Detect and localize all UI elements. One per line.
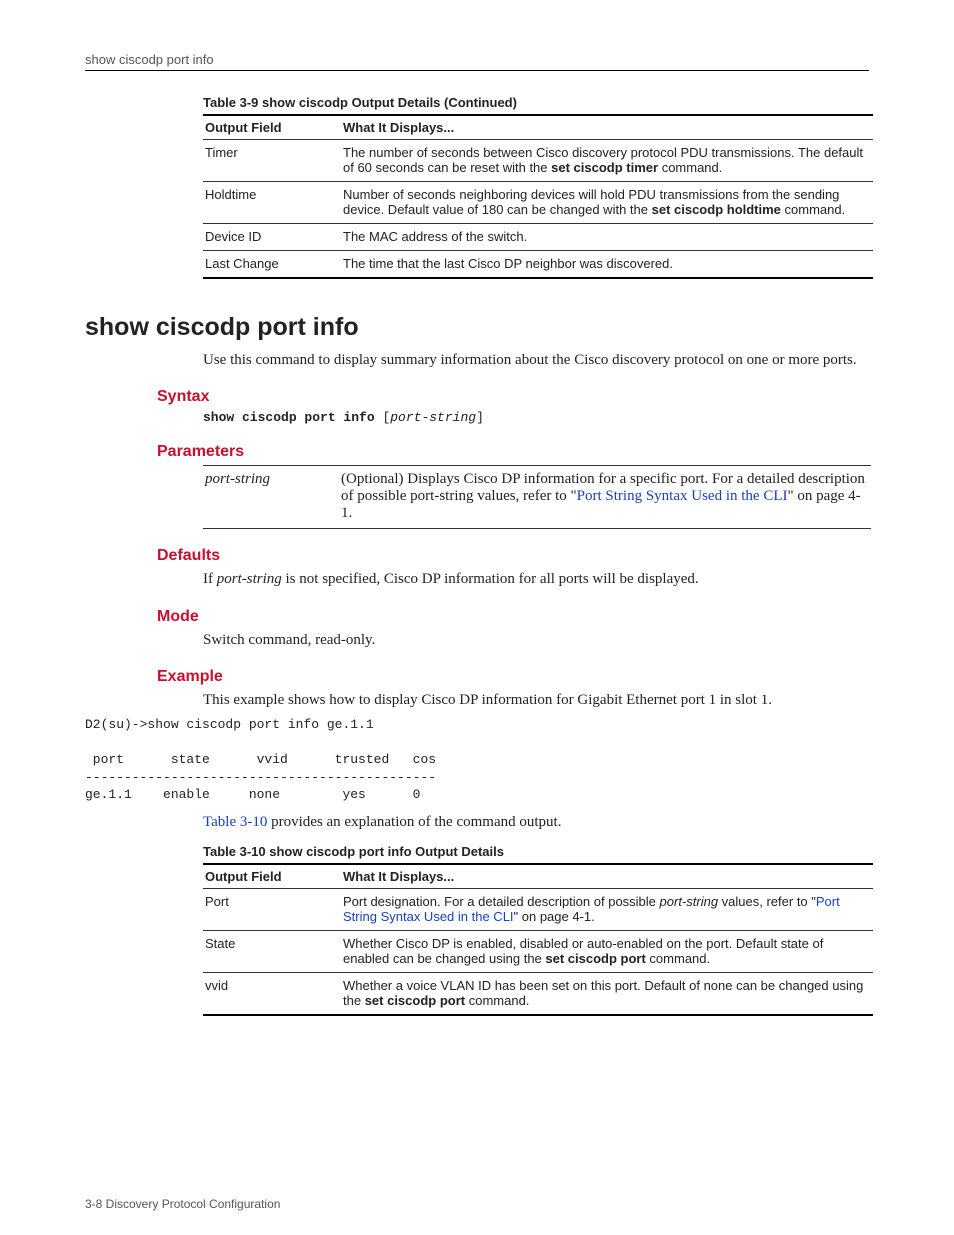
table-row: Port Port designation. For a detailed de… bbox=[203, 888, 873, 930]
running-header: show ciscodp port info bbox=[85, 52, 869, 71]
port-string-syntax-link[interactable]: Port String Syntax Used in the CLI bbox=[577, 488, 788, 504]
example-code-block: D2(su)->show ciscodp port info ge.1.1 po… bbox=[85, 716, 869, 804]
syntax-variable: port-string bbox=[390, 410, 476, 425]
command-title: show ciscodp port info bbox=[85, 313, 869, 342]
table2-head-desc: What It Displays... bbox=[341, 864, 873, 889]
table1-desc: The time that the last Cisco DP neighbor… bbox=[341, 251, 873, 279]
table-row: vvid Whether a voice VLAN ID has been se… bbox=[203, 972, 873, 1015]
table2-head-field: Output Field bbox=[203, 864, 341, 889]
section-mode: Mode bbox=[157, 608, 869, 626]
syntax-keyword: show ciscodp port info bbox=[203, 410, 375, 425]
param-desc: (Optional) Displays Cisco DP information… bbox=[339, 466, 871, 529]
table-row: port-string (Optional) Displays Cisco DP… bbox=[203, 466, 871, 529]
table1-desc: The MAC address of the switch. bbox=[341, 224, 873, 251]
table1-field: Device ID bbox=[203, 224, 341, 251]
section-example: Example bbox=[157, 668, 869, 686]
table2-field: Port bbox=[203, 888, 341, 930]
table-row: State Whether Cisco DP is enabled, disab… bbox=[203, 930, 873, 972]
table-row: Holdtime Number of seconds neighboring d… bbox=[203, 182, 873, 224]
table1-field: Timer bbox=[203, 140, 341, 182]
table1: Output Field What It Displays... Timer T… bbox=[203, 114, 873, 279]
page-footer: 3-8 Discovery Protocol Configuration bbox=[85, 1197, 280, 1211]
table1-desc: Number of seconds neighboring devices wi… bbox=[341, 182, 873, 224]
example-intro: This example shows how to display Cisco … bbox=[203, 690, 869, 710]
table2-desc: Whether a voice VLAN ID has been set on … bbox=[341, 972, 873, 1015]
intro-paragraph: Use this command to display summary info… bbox=[203, 350, 869, 370]
mode-text: Switch command, read-only. bbox=[203, 630, 869, 650]
table1-desc: The number of seconds between Cisco disc… bbox=[341, 140, 873, 182]
table-ref-link[interactable]: Table 3-10 bbox=[203, 814, 267, 830]
section-parameters: Parameters bbox=[157, 443, 869, 461]
table1-head-field: Output Field bbox=[203, 115, 341, 140]
parameters-table: port-string (Optional) Displays Cisco DP… bbox=[203, 465, 871, 529]
table1-field: Holdtime bbox=[203, 182, 341, 224]
syntax-line: show ciscodp port info [port-string] bbox=[203, 410, 869, 425]
table1-caption: Table 3-9 show ciscodp Output Details (C… bbox=[203, 95, 869, 114]
section-defaults: Defaults bbox=[157, 547, 869, 565]
table2-desc: Whether Cisco DP is enabled, disabled or… bbox=[341, 930, 873, 972]
table1-field: Last Change bbox=[203, 251, 341, 279]
section-syntax: Syntax bbox=[157, 388, 869, 406]
table2-desc: Port designation. For a detailed descrip… bbox=[341, 888, 873, 930]
table-row: Device ID The MAC address of the switch. bbox=[203, 224, 873, 251]
table-row: Timer The number of seconds between Cisc… bbox=[203, 140, 873, 182]
table2-field: State bbox=[203, 930, 341, 972]
table-row: Last Change The time that the last Cisco… bbox=[203, 251, 873, 279]
table2: Output Field What It Displays... Port Po… bbox=[203, 863, 873, 1016]
defaults-text: If port-string is not specified, Cisco D… bbox=[203, 569, 869, 589]
table2-field: vvid bbox=[203, 972, 341, 1015]
table2-caption: Table 3-10 show ciscodp port info Output… bbox=[203, 844, 869, 863]
param-name: port-string bbox=[203, 466, 339, 529]
example-ref: Table 3-10 provides an explanation of th… bbox=[203, 812, 869, 832]
table1-head-desc: What It Displays... bbox=[341, 115, 873, 140]
